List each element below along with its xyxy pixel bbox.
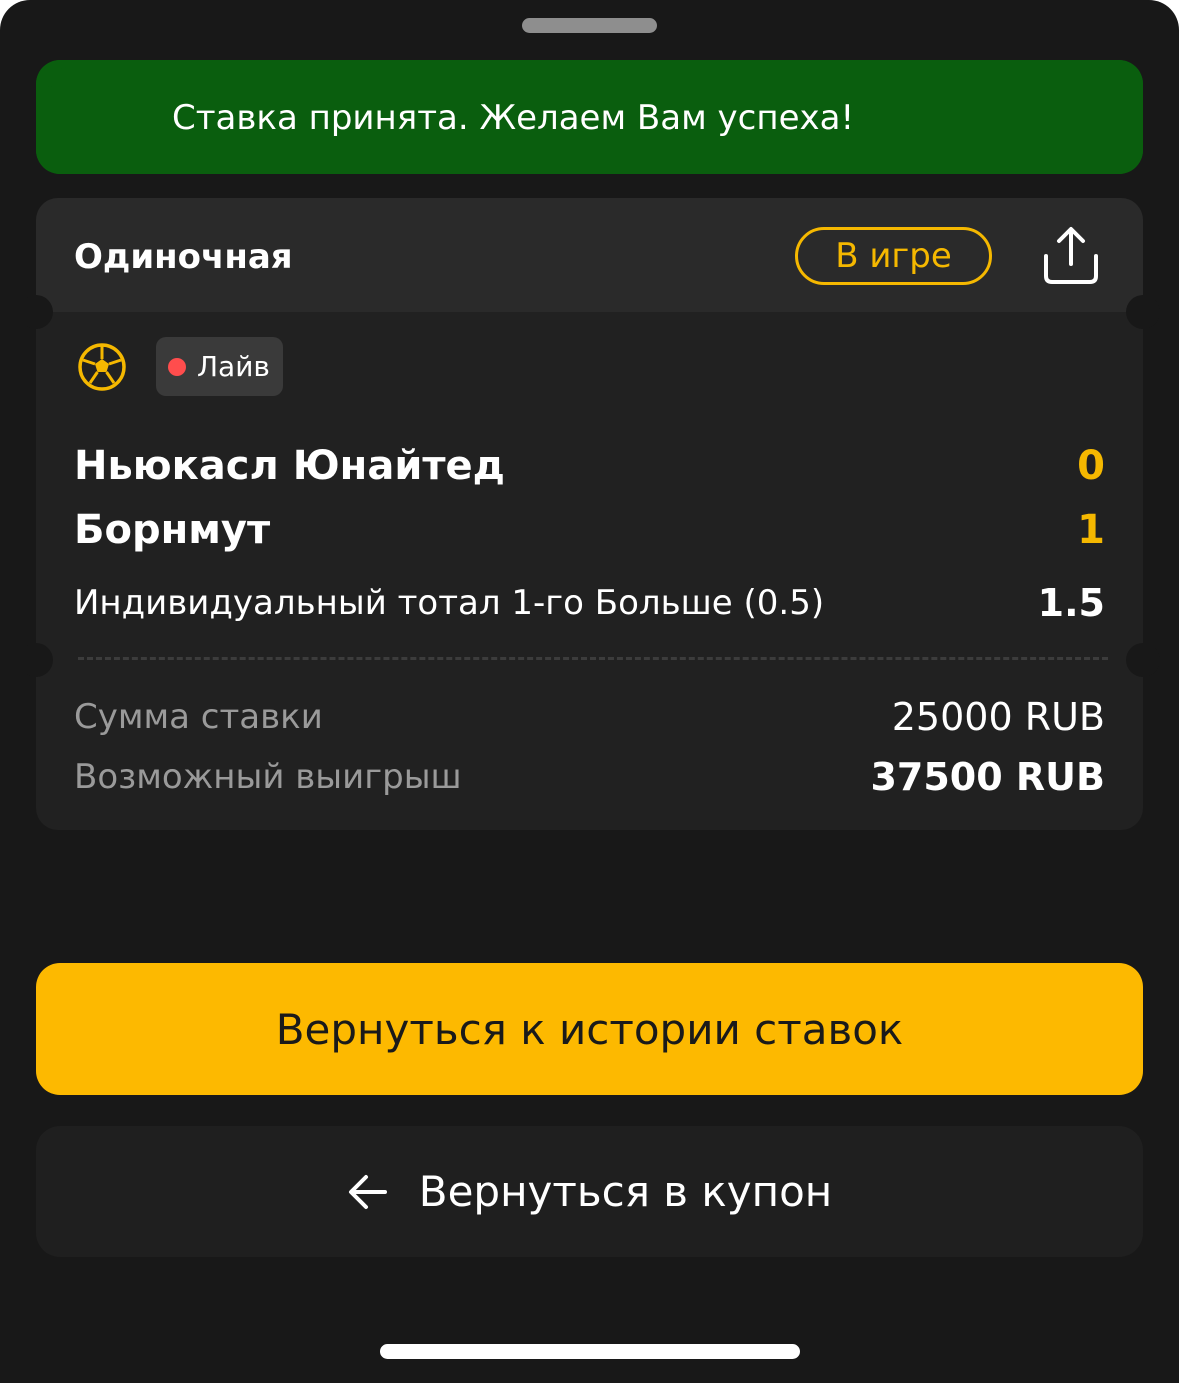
arrow-left-icon (348, 1174, 387, 1209)
back-to-coupon-label: Вернуться в купон (418, 1167, 833, 1216)
toast-message: Ставка принята. Желаем Вам успеха! (172, 98, 855, 138)
football-icon (77, 342, 127, 392)
score-home: 0 (1077, 443, 1105, 489)
team-home: Ньюкасл Юнайтед (74, 443, 505, 489)
payout-value: 37500 RUB (870, 755, 1105, 799)
back-to-coupon-button[interactable]: Вернуться в купон (36, 1126, 1143, 1257)
share-icon[interactable] (1040, 224, 1102, 286)
bet-confirmation-sheet: Ставка принята. Желаем Вам успеха! Одино… (0, 0, 1179, 1383)
bet-card-footer (36, 660, 1143, 830)
back-to-history-label: Вернуться к истории ставок (275, 1004, 904, 1054)
team-away: Борнмут (74, 507, 271, 553)
card-notch (1126, 295, 1160, 329)
card-notch (19, 643, 53, 677)
home-indicator[interactable] (380, 1344, 800, 1359)
stake-value: 25000 RUB (891, 695, 1105, 739)
live-label: Лайв (197, 350, 270, 383)
back-to-history-button[interactable]: Вернуться к истории ставок (36, 963, 1143, 1095)
stake-label: Сумма ставки (74, 697, 323, 737)
ticket-divider (78, 657, 1108, 660)
status-badge: В игре (795, 227, 992, 285)
live-indicator-dot (168, 358, 186, 376)
bet-type-title: Одиночная (74, 237, 293, 277)
odds-value: 1.5 (1037, 581, 1105, 625)
score-away: 1 (1077, 507, 1105, 553)
sheet-grabber[interactable] (522, 18, 657, 33)
payout-label: Возможный выигрыш (74, 757, 462, 797)
market-name: Индивидуальный тотал 1-го Больше (0.5) (74, 583, 825, 623)
card-notch (1126, 643, 1160, 677)
card-notch (19, 295, 53, 329)
